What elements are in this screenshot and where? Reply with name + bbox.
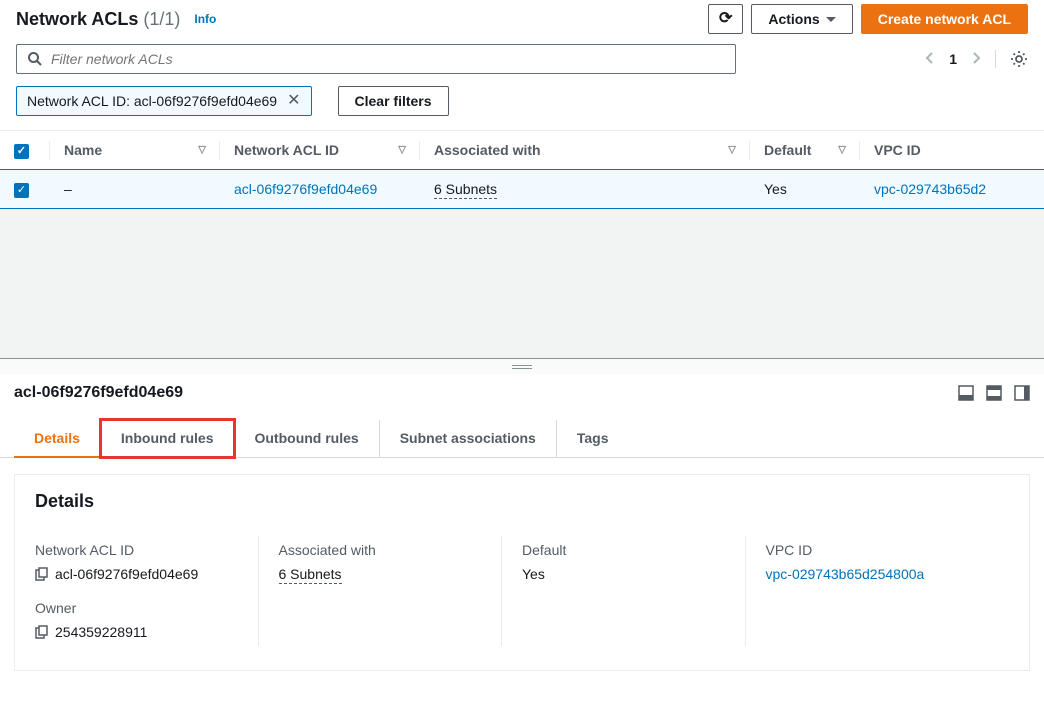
value-acl-id: acl-06f9276f9efd04e69: [55, 566, 198, 582]
refresh-button[interactable]: ⟳: [708, 4, 743, 34]
col-associated[interactable]: Associated with▽: [420, 131, 750, 170]
label-associated: Associated with: [279, 542, 482, 558]
value-default: Yes: [522, 566, 725, 582]
tab-inbound-rules[interactable]: Inbound rules: [101, 420, 235, 457]
cell-vpc-link[interactable]: vpc-029743b65d2: [874, 181, 986, 197]
value-owner: 254359228911: [55, 624, 147, 640]
label-vpc-id: VPC ID: [766, 542, 990, 558]
search-box[interactable]: [16, 44, 736, 74]
col-default[interactable]: Default▽: [750, 131, 860, 170]
cell-acl-id-link[interactable]: acl-06f9276f9efd04e69: [234, 181, 377, 197]
value-associated[interactable]: 6 Subnets: [279, 566, 342, 584]
empty-area: [0, 208, 1044, 358]
next-page[interactable]: [971, 51, 981, 68]
details-panel: Details Network ACL ID acl-06f9276f9efd0…: [14, 474, 1030, 671]
select-all-checkbox[interactable]: [14, 144, 29, 159]
label-acl-id: Network ACL ID: [35, 542, 238, 558]
table-row[interactable]: – acl-06f9276f9efd04e69 6 Subnets Yes vp…: [0, 170, 1044, 209]
panel-heading: Details: [35, 491, 1009, 512]
copy-icon[interactable]: [35, 567, 49, 581]
layout-side-icon[interactable]: [1014, 385, 1030, 401]
search-input[interactable]: [51, 51, 725, 67]
info-link[interactable]: Info: [194, 12, 216, 26]
label-default: Default: [522, 542, 725, 558]
page-title: Network ACLs (1/1): [16, 9, 180, 30]
grip-icon: [512, 365, 532, 369]
tab-outbound-rules[interactable]: Outbound rules: [234, 420, 379, 457]
cell-associated[interactable]: 6 Subnets: [434, 181, 497, 199]
col-acl-id[interactable]: Network ACL ID▽: [220, 131, 420, 170]
label-owner: Owner: [35, 600, 238, 616]
prev-page[interactable]: [925, 51, 935, 68]
filter-chip-label: Network ACL ID: acl-06f9276f9efd04e69: [27, 93, 277, 109]
detail-tabs: Details Inbound rules Outbound rules Sub…: [0, 402, 1044, 458]
gear-icon[interactable]: [1010, 50, 1028, 68]
tab-subnet-associations[interactable]: Subnet associations: [380, 420, 557, 457]
detail-title: acl-06f9276f9efd04e69: [14, 384, 183, 402]
resource-count: (1/1): [143, 9, 180, 29]
col-name[interactable]: Name▽: [50, 131, 220, 170]
tab-tags[interactable]: Tags: [557, 420, 629, 457]
refresh-icon: ⟳: [719, 11, 732, 27]
close-icon[interactable]: ✕: [287, 93, 300, 109]
search-icon: [27, 51, 43, 67]
clear-filters-button[interactable]: Clear filters: [338, 86, 449, 116]
value-vpc-id-link[interactable]: vpc-029743b65d254800a: [766, 566, 925, 582]
create-network-acl-button[interactable]: Create network ACL: [861, 4, 1028, 34]
filter-chip[interactable]: Network ACL ID: acl-06f9276f9efd04e69 ✕: [16, 86, 312, 116]
layout-split-icon[interactable]: [986, 385, 1002, 401]
col-vpc-id[interactable]: VPC ID: [860, 131, 1044, 170]
page-number: 1: [949, 51, 957, 67]
actions-button[interactable]: Actions: [751, 4, 852, 34]
network-acls-table: Name▽ Network ACL ID▽ Associated with▽ D…: [0, 130, 1044, 208]
cell-name: –: [50, 170, 220, 209]
tab-details[interactable]: Details: [14, 420, 101, 458]
cell-default: Yes: [750, 170, 860, 209]
layout-bottom-icon[interactable]: [958, 385, 974, 401]
pane-splitter[interactable]: [0, 358, 1044, 374]
copy-icon[interactable]: [35, 625, 49, 639]
caret-down-icon: [826, 17, 836, 22]
row-checkbox[interactable]: [14, 183, 29, 198]
